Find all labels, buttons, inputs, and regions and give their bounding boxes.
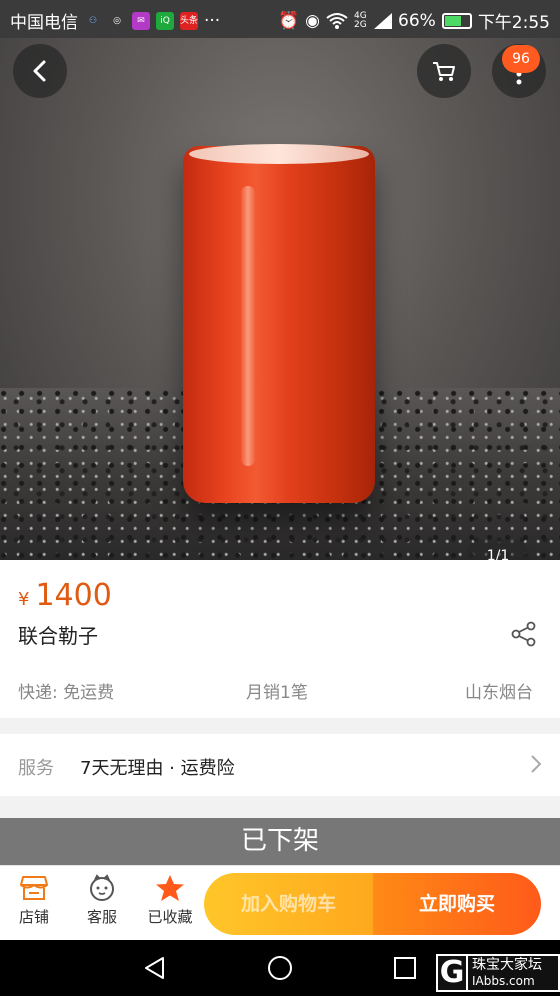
- monthly-sales: 月销1笔: [246, 683, 308, 703]
- alarm-icon: ⏰: [278, 10, 300, 31]
- currency-symbol: ¥: [18, 589, 30, 610]
- wifi-icon: [326, 12, 348, 29]
- network-type-label: 4G 2G: [354, 10, 367, 30]
- customer-service-tab[interactable]: 客服: [70, 874, 134, 927]
- shipping-info: 快递: 免运费: [18, 683, 115, 703]
- clock: 下午2:55: [477, 13, 550, 33]
- purchase-buttons: 加入购物车 立即购买: [204, 873, 541, 935]
- image-pager: 1/1: [466, 540, 530, 560]
- app-icon: ✉: [132, 11, 150, 30]
- battery-percent: 66%: [398, 10, 436, 31]
- cart-icon: [433, 62, 455, 81]
- ship-from-location: 山东烟台: [465, 683, 533, 703]
- watermark-line2: IAbbs.com: [472, 974, 535, 988]
- product-info: ¥ 1400 联合勒子 快递: 免运费 月销1笔 山东烟台: [0, 560, 560, 718]
- price-value: 1400: [35, 578, 112, 613]
- service-value: 7天无理由 · 运费险: [80, 758, 235, 779]
- product-title: 联合勒子: [18, 624, 98, 648]
- bulb-icon: ⚇: [88, 15, 98, 26]
- customer-service-label: 客服: [86, 908, 117, 926]
- watermark-logo: G 珠宝大家坛 IAbbs.com: [436, 954, 560, 992]
- store-tab[interactable]: 店铺: [2, 874, 66, 927]
- more-notifications-icon: ···: [204, 10, 221, 31]
- eye-icon: ◉: [305, 10, 321, 31]
- toutiao-icon: 头条: [180, 11, 198, 30]
- red-agate-bead: [183, 144, 375, 503]
- service-label: 服务: [18, 758, 54, 779]
- recent-apps-square-icon[interactable]: [391, 954, 419, 982]
- cart-button[interactable]: [417, 44, 471, 98]
- carrier-label: 中国电信: [10, 13, 78, 33]
- price: ¥ 1400: [18, 578, 112, 613]
- back-triangle-icon[interactable]: [141, 954, 169, 982]
- share-icon[interactable]: [510, 620, 538, 648]
- buy-now-button[interactable]: 立即购买: [373, 873, 541, 935]
- cart-count-badge: 96: [502, 45, 540, 73]
- service-row[interactable]: 服务 7天无理由 · 运费险: [0, 734, 560, 796]
- product-image[interactable]: 1/1: [0, 38, 560, 560]
- favorite-tab[interactable]: 已收藏: [138, 874, 202, 927]
- off-shelf-banner: 已下架: [0, 818, 560, 865]
- watermark-g-logo: G: [438, 956, 468, 990]
- watermark-line1: 珠宝大家坛: [472, 957, 542, 973]
- chevron-left-icon: [33, 60, 46, 82]
- status-bar: 中国电信 ⚇ ◎ ✉ iQ 头条 ··· ⏰ ◉ 4G 2G 66% 下午2:5…: [0, 0, 560, 38]
- store-icon: [20, 876, 48, 900]
- battery-icon: [441, 12, 472, 29]
- star-filled-icon: [156, 875, 184, 901]
- signal-icon: [374, 12, 393, 29]
- home-circle-icon[interactable]: [266, 954, 294, 982]
- store-label: 店铺: [18, 908, 49, 926]
- bottom-action-bar: 店铺 客服 已收藏 加入购物车 立即购买: [0, 865, 560, 940]
- iqiyi-icon: iQ: [156, 11, 174, 30]
- wechat-icon: ◎: [113, 15, 121, 26]
- chevron-right-icon: [531, 755, 542, 773]
- add-to-cart-button[interactable]: 加入购物车: [204, 873, 373, 935]
- customer-service-icon: [90, 874, 114, 901]
- back-button[interactable]: [13, 44, 67, 98]
- favorited-label: 已收藏: [147, 908, 193, 926]
